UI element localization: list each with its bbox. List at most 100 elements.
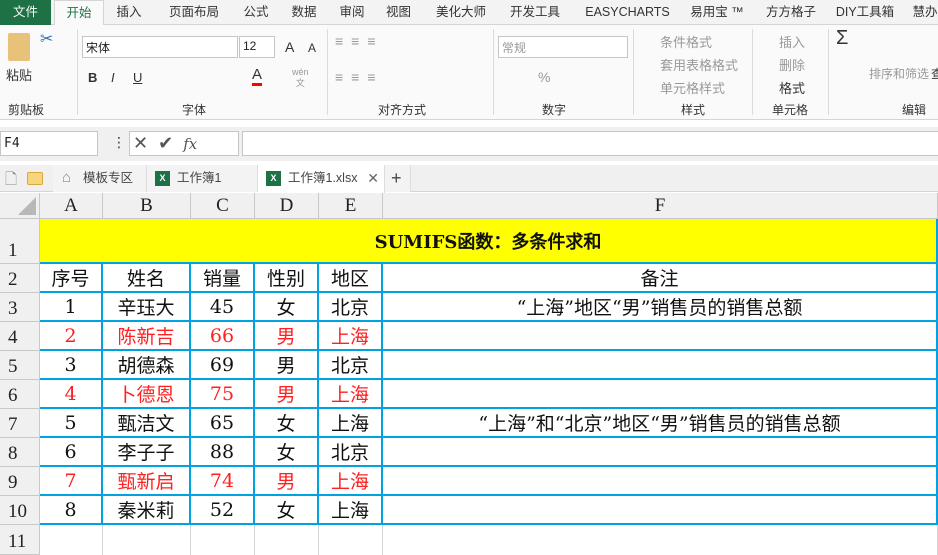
- enter-icon[interactable]: ✔: [158, 133, 173, 153]
- font-color-button[interactable]: A: [252, 67, 263, 86]
- cell-note[interactable]: “上海”地区“男”销售员的销售总额: [383, 293, 938, 322]
- row-header-9[interactable]: 9: [0, 467, 40, 496]
- row-header-1[interactable]: 1: [0, 219, 40, 264]
- font-name-select[interactable]: 宋体: [82, 36, 238, 58]
- cell-region[interactable]: 上海: [319, 380, 383, 409]
- cell-name[interactable]: 胡德森: [103, 351, 191, 380]
- column-header-E[interactable]: E: [319, 193, 383, 219]
- menu-tab-13[interactable]: 慧办: [905, 0, 938, 25]
- empty-cell[interactable]: [383, 525, 938, 555]
- cancel-icon[interactable]: ✕: [133, 133, 148, 153]
- sheet-title-cell[interactable]: SUMIFS函数：多条件求和: [40, 219, 938, 264]
- find-button[interactable]: 查: [931, 65, 938, 82]
- column-header-B[interactable]: B: [103, 193, 191, 219]
- row-header-3[interactable]: 3: [0, 293, 40, 322]
- delete-cells-button[interactable]: 删除: [779, 55, 805, 74]
- cell-styles-button[interactable]: 单元格样式: [660, 78, 725, 97]
- cell-region[interactable]: 北京: [319, 293, 383, 322]
- cell-sales[interactable]: 74: [191, 467, 255, 496]
- align-left-icons[interactable]: ≡≡≡: [335, 69, 384, 85]
- insert-function-icon[interactable]: fx: [183, 135, 197, 153]
- cell-region[interactable]: 上海: [319, 467, 383, 496]
- empty-cell[interactable]: [255, 525, 319, 555]
- cell-name[interactable]: 甄洁文: [103, 409, 191, 438]
- menu-tab-10[interactable]: 易用宝 ™: [682, 0, 752, 25]
- row-header-11[interactable]: 11: [0, 525, 40, 555]
- row-header-2[interactable]: 2: [0, 264, 40, 293]
- menu-tab-1[interactable]: 插入: [104, 0, 154, 25]
- format-cells-button[interactable]: 格式: [779, 78, 805, 97]
- cell-no[interactable]: 7: [40, 467, 103, 496]
- italic-button[interactable]: I: [111, 70, 115, 85]
- cell-name[interactable]: 秦米莉: [103, 496, 191, 525]
- close-tab-icon[interactable]: ✕: [367, 165, 379, 191]
- tab-workbook1[interactable]: X 工作簿1: [147, 165, 258, 192]
- folder-icon[interactable]: [27, 172, 43, 185]
- cell-sales[interactable]: 52: [191, 496, 255, 525]
- menu-tab-6[interactable]: 视图: [376, 0, 421, 25]
- number-format-select[interactable]: 常规: [498, 36, 628, 58]
- cell-name[interactable]: 辛珏大: [103, 293, 191, 322]
- row-header-7[interactable]: 7: [0, 409, 40, 438]
- empty-cell[interactable]: [40, 525, 103, 555]
- cell-note[interactable]: [383, 438, 938, 467]
- cell-note[interactable]: [383, 380, 938, 409]
- cell-no[interactable]: 2: [40, 322, 103, 351]
- phonetic-guide-button[interactable]: wén 文: [292, 67, 309, 89]
- cell-no[interactable]: 5: [40, 409, 103, 438]
- menu-tab-11[interactable]: 方方格子: [755, 0, 827, 25]
- menu-tab-5[interactable]: 审阅: [330, 0, 374, 25]
- cell-region[interactable]: 北京: [319, 438, 383, 467]
- cell-sex[interactable]: 女: [255, 496, 319, 525]
- tab-workbook1-xlsx[interactable]: X 工作簿1.xlsx ✕: [258, 165, 385, 193]
- column-header-D[interactable]: D: [255, 193, 319, 219]
- cell-no[interactable]: 4: [40, 380, 103, 409]
- formula-input[interactable]: [242, 131, 938, 156]
- cell-sex[interactable]: 男: [255, 467, 319, 496]
- cell-sales[interactable]: 69: [191, 351, 255, 380]
- menu-tab-9[interactable]: EASYCHARTS: [575, 0, 680, 25]
- column-header-C[interactable]: C: [191, 193, 255, 219]
- menu-tab-4[interactable]: 数据: [280, 0, 328, 25]
- cell-sex[interactable]: 男: [255, 380, 319, 409]
- autosum-button[interactable]: Σ: [836, 27, 848, 50]
- menu-tab-2[interactable]: 页面布局: [158, 0, 230, 25]
- cell-note[interactable]: [383, 467, 938, 496]
- row-header-5[interactable]: 5: [0, 351, 40, 380]
- new-file-icon[interactable]: 🗋: [5, 169, 17, 194]
- header-cell-name[interactable]: 姓名: [103, 264, 191, 293]
- shrink-font-button[interactable]: A: [308, 41, 316, 55]
- cell-region[interactable]: 上海: [319, 409, 383, 438]
- header-cell-note[interactable]: 备注: [383, 264, 938, 293]
- empty-cell[interactable]: [103, 525, 191, 555]
- format-as-table-button[interactable]: 套用表格格式: [660, 55, 738, 74]
- column-header-A[interactable]: A: [40, 193, 103, 219]
- header-cell-sex[interactable]: 性别: [255, 264, 319, 293]
- sort-filter-button[interactable]: 排序和筛选: [869, 65, 929, 82]
- cell-note[interactable]: [383, 351, 938, 380]
- cell-no[interactable]: 1: [40, 293, 103, 322]
- cell-sales[interactable]: 65: [191, 409, 255, 438]
- cell-sex[interactable]: 女: [255, 409, 319, 438]
- percent-button[interactable]: %: [538, 69, 550, 85]
- cell-note[interactable]: “上海”和“北京”地区“男”销售员的销售总额: [383, 409, 938, 438]
- underline-button[interactable]: U: [133, 70, 142, 85]
- file-tab[interactable]: 文件: [0, 0, 51, 25]
- cell-note[interactable]: [383, 322, 938, 351]
- menu-tab-8[interactable]: 开发工具: [500, 0, 570, 25]
- font-size-select[interactable]: 12: [239, 36, 275, 58]
- conditional-format-button[interactable]: 条件格式: [660, 32, 712, 51]
- cell-name[interactable]: 陈新吉: [103, 322, 191, 351]
- cell-no[interactable]: 8: [40, 496, 103, 525]
- paste-button[interactable]: 粘贴: [6, 65, 32, 84]
- cell-sex[interactable]: 男: [255, 351, 319, 380]
- row-header-10[interactable]: 10: [0, 496, 40, 525]
- cell-no[interactable]: 6: [40, 438, 103, 467]
- cell-sales[interactable]: 75: [191, 380, 255, 409]
- cell-region[interactable]: 北京: [319, 351, 383, 380]
- cell-name[interactable]: 卜德恩: [103, 380, 191, 409]
- cell-sales[interactable]: 66: [191, 322, 255, 351]
- name-box[interactable]: F4: [0, 131, 98, 156]
- empty-cell[interactable]: [319, 525, 383, 555]
- cell-sales[interactable]: 45: [191, 293, 255, 322]
